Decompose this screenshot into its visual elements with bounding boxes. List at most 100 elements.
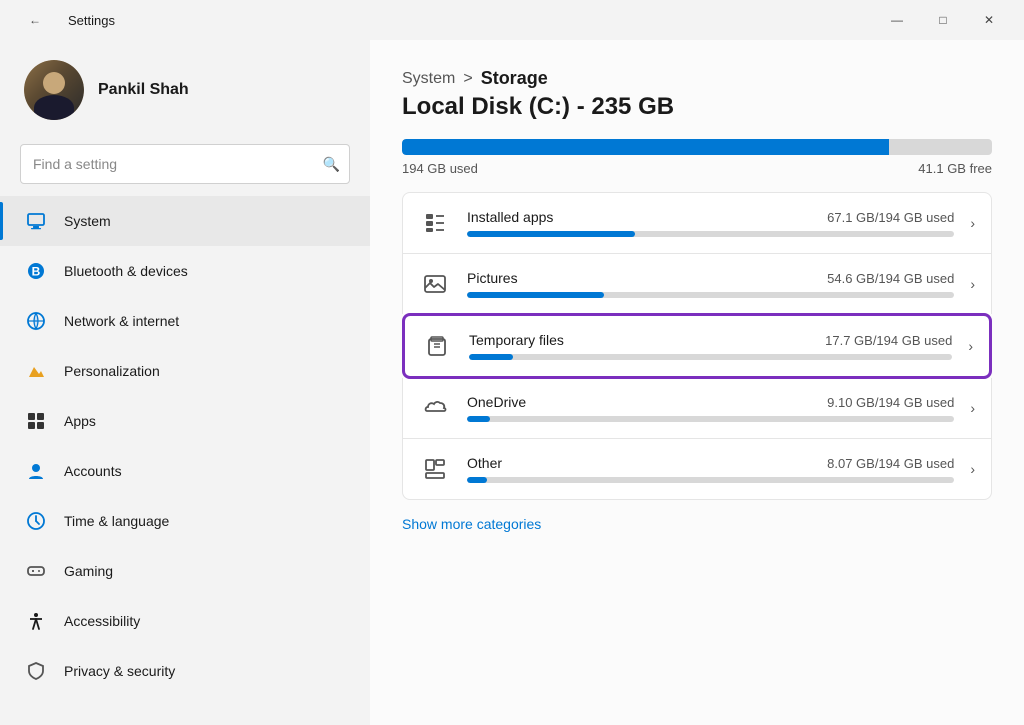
sidebar-item-label-gaming: Gaming <box>64 563 113 579</box>
storage-item-name: Other <box>467 455 502 471</box>
storage-item-size: 54.6 GB/194 GB used <box>827 271 954 286</box>
sidebar-item-gaming[interactable]: Gaming <box>0 546 370 596</box>
installed-apps-icon <box>419 207 451 239</box>
sidebar-item-system[interactable]: System <box>0 196 370 246</box>
app-title: Settings <box>68 13 115 28</box>
sidebar-item-label-privacy: Privacy & security <box>64 663 175 679</box>
storage-item-onedrive[interactable]: OneDrive 9.10 GB/194 GB used › <box>402 378 992 438</box>
storage-item-header: OneDrive 9.10 GB/194 GB used <box>467 394 954 410</box>
system-icon <box>24 209 48 233</box>
storage-items-list: Installed apps 67.1 GB/194 GB used › <box>402 192 992 500</box>
storage-item-bar-fill <box>467 477 487 483</box>
storage-item-size: 8.07 GB/194 GB used <box>827 456 954 471</box>
user-profile[interactable]: Pankil Shah <box>0 40 370 140</box>
sidebar-item-accessibility[interactable]: Accessibility <box>0 596 370 646</box>
sidebar-nav: System B Bluetooth & devices <box>0 196 370 696</box>
storage-item-content: Pictures 54.6 GB/194 GB used <box>467 270 954 298</box>
sidebar: Pankil Shah 🔍 System <box>0 40 370 725</box>
sidebar-item-privacy[interactable]: Privacy & security <box>0 646 370 696</box>
chevron-right-icon: › <box>970 400 975 416</box>
storage-item-size: 17.7 GB/194 GB used <box>825 333 952 348</box>
storage-item-temporary-files[interactable]: Temporary files 17.7 GB/194 GB used › <box>402 313 992 379</box>
chevron-right-icon: › <box>968 338 973 354</box>
storage-bar <box>402 139 992 155</box>
storage-item-name: Installed apps <box>467 209 553 225</box>
svg-text:B: B <box>32 265 41 279</box>
network-icon <box>24 309 48 333</box>
sidebar-item-label-network: Network & internet <box>64 313 179 329</box>
search-icon: 🔍 <box>323 156 340 173</box>
sidebar-item-bluetooth[interactable]: B Bluetooth & devices <box>0 246 370 296</box>
storage-item-content: OneDrive 9.10 GB/194 GB used <box>467 394 954 422</box>
other-icon <box>419 453 451 485</box>
storage-item-header: Other 8.07 GB/194 GB used <box>467 455 954 471</box>
sidebar-item-label-time: Time & language <box>64 513 169 529</box>
user-name: Pankil Shah <box>98 81 189 99</box>
storage-item-bar <box>469 354 952 360</box>
storage-item-content: Other 8.07 GB/194 GB used <box>467 455 954 483</box>
show-more-link[interactable]: Show more categories <box>402 516 541 532</box>
sidebar-item-apps[interactable]: Apps <box>0 396 370 446</box>
storage-bar-container: 194 GB used 41.1 GB free <box>402 139 992 176</box>
breadcrumb: System > Storage <box>402 68 992 89</box>
storage-item-other[interactable]: Other 8.07 GB/194 GB used › <box>402 438 992 500</box>
breadcrumb-current: Storage <box>481 68 548 89</box>
storage-free-label: 41.1 GB free <box>918 161 992 176</box>
storage-item-header: Pictures 54.6 GB/194 GB used <box>467 270 954 286</box>
apps-icon <box>24 409 48 433</box>
storage-item-bar <box>467 416 954 422</box>
minimize-button[interactable]: — <box>874 4 920 36</box>
storage-item-name: OneDrive <box>467 394 526 410</box>
app-body: Pankil Shah 🔍 System <box>0 40 1024 725</box>
storage-item-bar-fill <box>469 354 513 360</box>
storage-item-bar-fill <box>467 231 635 237</box>
chevron-right-icon: › <box>970 215 975 231</box>
chevron-right-icon: › <box>970 461 975 477</box>
pictures-icon <box>419 268 451 300</box>
sidebar-item-personalization[interactable]: Personalization <box>0 346 370 396</box>
storage-item-size: 67.1 GB/194 GB used <box>827 210 954 225</box>
storage-item-installed-apps[interactable]: Installed apps 67.1 GB/194 GB used › <box>402 192 992 253</box>
storage-item-bar <box>467 292 954 298</box>
privacy-icon <box>24 659 48 683</box>
maximize-button[interactable]: □ <box>920 4 966 36</box>
title-bar-left: ← Settings <box>12 4 115 36</box>
chevron-right-icon: › <box>970 276 975 292</box>
title-bar: ← Settings — □ ✕ <box>0 0 1024 40</box>
avatar-image <box>24 60 84 120</box>
storage-item-content: Installed apps 67.1 GB/194 GB used <box>467 209 954 237</box>
close-button[interactable]: ✕ <box>966 4 1012 36</box>
storage-item-bar-fill <box>467 292 604 298</box>
accessibility-icon <box>24 609 48 633</box>
storage-item-bar <box>467 477 954 483</box>
storage-labels: 194 GB used 41.1 GB free <box>402 161 992 176</box>
storage-used-label: 194 GB used <box>402 161 478 176</box>
sidebar-item-label-bluetooth: Bluetooth & devices <box>64 263 188 279</box>
storage-item-bar-fill <box>467 416 490 422</box>
sidebar-item-network[interactable]: Network & internet <box>0 296 370 346</box>
sidebar-item-label-system: System <box>64 213 111 229</box>
storage-item-size: 9.10 GB/194 GB used <box>827 395 954 410</box>
time-icon <box>24 509 48 533</box>
avatar <box>24 60 84 120</box>
storage-item-pictures[interactable]: Pictures 54.6 GB/194 GB used › <box>402 253 992 314</box>
storage-item-bar <box>467 231 954 237</box>
gaming-icon <box>24 559 48 583</box>
bluetooth-icon: B <box>24 259 48 283</box>
search-box: 🔍 <box>20 144 350 184</box>
sidebar-item-label-accounts: Accounts <box>64 463 122 479</box>
sidebar-item-time[interactable]: Time & language <box>0 496 370 546</box>
sidebar-item-label-personalization: Personalization <box>64 363 160 379</box>
accounts-icon <box>24 459 48 483</box>
window-controls: — □ ✕ <box>874 4 1012 36</box>
storage-item-header: Installed apps 67.1 GB/194 GB used <box>467 209 954 225</box>
personalization-icon <box>24 359 48 383</box>
storage-item-name: Temporary files <box>469 332 564 348</box>
storage-item-name: Pictures <box>467 270 518 286</box>
breadcrumb-parent: System <box>402 70 455 88</box>
search-input[interactable] <box>20 144 350 184</box>
back-button[interactable]: ← <box>12 4 58 36</box>
onedrive-icon <box>419 392 451 424</box>
sidebar-item-accounts[interactable]: Accounts <box>0 446 370 496</box>
sidebar-item-label-accessibility: Accessibility <box>64 613 140 629</box>
